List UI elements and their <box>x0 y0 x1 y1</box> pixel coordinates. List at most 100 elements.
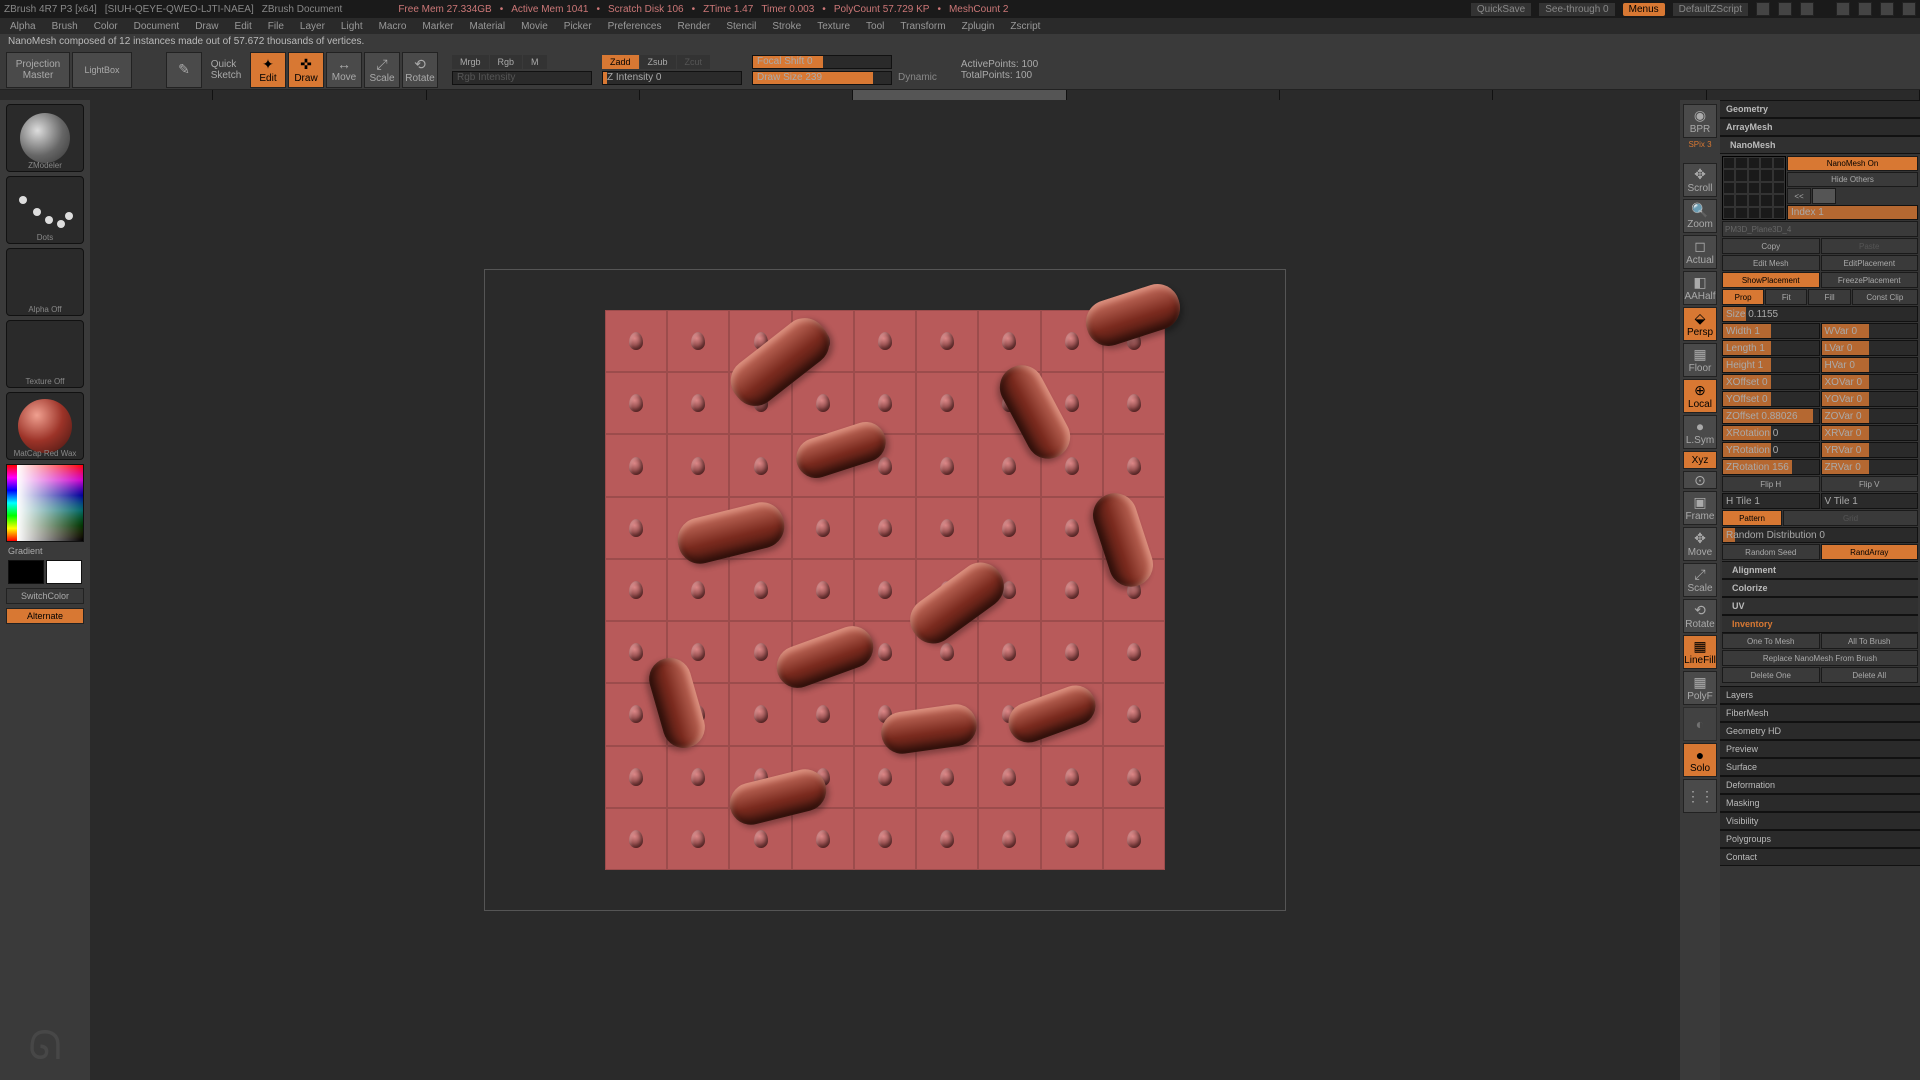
focal-shift-slider[interactable]: Focal Shift 0 <box>752 55 892 69</box>
yovar-slider[interactable]: YOVar 0 <box>1821 391 1919 407</box>
all-to-brush-button[interactable]: All To Brush <box>1821 633 1919 649</box>
size-slider[interactable]: Size 0.1155 <box>1722 306 1918 322</box>
swatch-primary[interactable] <box>46 560 82 584</box>
rotate-view-button[interactable]: ⟲Rotate <box>1683 599 1717 633</box>
app-close-icon[interactable] <box>1902 2 1916 16</box>
zrvar-slider[interactable]: ZRVar 0 <box>1821 459 1919 475</box>
zoom-button[interactable]: 🔍Zoom <box>1683 199 1717 233</box>
scale-mode-button[interactable]: ⤢Scale <box>364 52 400 88</box>
menu-color[interactable]: Color <box>88 21 124 32</box>
menu-render[interactable]: Render <box>672 21 717 32</box>
xoffset-slider[interactable]: XOffset 0 <box>1722 374 1820 390</box>
spix-slider[interactable]: SPix 3 <box>1688 140 1711 149</box>
sv-box[interactable] <box>17 465 83 541</box>
prev-index-button[interactable]: << <box>1787 188 1811 204</box>
quicksketch-button[interactable]: ✎ <box>166 52 202 88</box>
material-well[interactable]: MatCap Red Wax <box>6 392 84 460</box>
menu-material[interactable]: Material <box>464 21 512 32</box>
menu-movie[interactable]: Movie <box>515 21 554 32</box>
next-index-button[interactable] <box>1812 188 1836 204</box>
xrvar-slider[interactable]: XRVar 0 <box>1821 425 1919 441</box>
vtile-slider[interactable]: V Tile 1 <box>1821 493 1919 509</box>
alternate-button[interactable]: Alternate <box>6 608 84 624</box>
draw-mode-button[interactable]: ✜Draw <box>288 52 324 88</box>
fill-button[interactable]: Fill <box>1808 289 1850 305</box>
layers-header[interactable]: Layers <box>1720 686 1920 704</box>
z-intensity-slider[interactable]: Z Intensity 0 <box>602 71 742 85</box>
switchcolor-button[interactable]: SwitchColor <box>6 588 84 604</box>
grid-button[interactable]: Grid <box>1783 510 1918 526</box>
random-distribution-slider[interactable]: Random Distribution 0 <box>1722 527 1918 543</box>
lvar-slider[interactable]: LVar 0 <box>1821 340 1919 356</box>
alignment-header[interactable]: Alignment <box>1722 561 1918 579</box>
menu-layer[interactable]: Layer <box>294 21 331 32</box>
actual-button[interactable]: ◻Actual <box>1683 235 1717 269</box>
persp-button[interactable]: ⬙Persp <box>1683 307 1717 341</box>
lsym-button[interactable]: ⦁L.Sym <box>1683 415 1717 449</box>
floor-button[interactable]: ▦Floor <box>1683 343 1717 377</box>
scale-view-button[interactable]: ⤢Scale <box>1683 563 1717 597</box>
contact-header[interactable]: Contact <box>1720 848 1920 866</box>
local-button[interactable]: ⊕Local <box>1683 379 1717 413</box>
show-placement-button[interactable]: ShowPlacement <box>1722 272 1820 288</box>
bpr-button[interactable]: ◉BPR <box>1683 104 1717 138</box>
app-restore-icon[interactable] <box>1858 2 1872 16</box>
uv-header[interactable]: UV <box>1722 597 1918 615</box>
prop-button[interactable]: Prop <box>1722 289 1764 305</box>
index-slider[interactable]: Index 1 <box>1787 205 1918 220</box>
draw-size-slider[interactable]: Draw Size 239 <box>752 71 892 85</box>
hvar-slider[interactable]: HVar 0 <box>1821 357 1919 373</box>
texture-well[interactable]: Texture Off <box>6 320 84 388</box>
aahalf-button[interactable]: ◧AAHalf <box>1683 271 1717 305</box>
transp-button[interactable]: ◐ <box>1683 707 1717 741</box>
menus-button[interactable]: Menus <box>1623 3 1665 16</box>
geometryhd-header[interactable]: Geometry HD <box>1720 722 1920 740</box>
hue-bar[interactable] <box>7 465 17 541</box>
height-slider[interactable]: Height 1 <box>1722 357 1820 373</box>
menu-tool[interactable]: Tool <box>860 21 890 32</box>
length-slider[interactable]: Length 1 <box>1722 340 1820 356</box>
move-mode-button[interactable]: ↔Move <box>326 52 362 88</box>
delete-all-button[interactable]: Delete All <box>1821 667 1919 683</box>
lightbox-button[interactable]: LightBox <box>72 52 132 88</box>
swatch-secondary[interactable] <box>8 560 44 584</box>
rotate-mode-button[interactable]: ⟲Rotate <box>402 52 438 88</box>
zrotation-slider[interactable]: ZRotation 156 <box>1722 459 1820 475</box>
fit-button[interactable]: Fit <box>1765 289 1807 305</box>
yrotation-slider[interactable]: YRotation 0 <box>1722 442 1820 458</box>
color-picker[interactable] <box>6 464 84 542</box>
hide-others-button[interactable]: Hide Others <box>1787 172 1918 187</box>
freeze-placement-button[interactable]: FreezePlacement <box>1821 272 1919 288</box>
edit-placement-button[interactable]: EditPlacement <box>1821 255 1919 271</box>
masking-header[interactable]: Masking <box>1720 794 1920 812</box>
menu-picker[interactable]: Picker <box>558 21 598 32</box>
menu-edit[interactable]: Edit <box>229 21 258 32</box>
edit-mode-button[interactable]: ✦Edit <box>250 52 286 88</box>
visibility-header[interactable]: Visibility <box>1720 812 1920 830</box>
menu-marker[interactable]: Marker <box>416 21 459 32</box>
edit-mesh-button[interactable]: Edit Mesh <box>1722 255 1820 271</box>
zsub-button[interactable]: Zsub <box>640 55 676 69</box>
htile-slider[interactable]: H Tile 1 <box>1722 493 1820 509</box>
menu-brush[interactable]: Brush <box>46 21 84 32</box>
random-seed-button[interactable]: Random Seed <box>1722 544 1820 560</box>
copy-button[interactable]: Copy <box>1722 238 1820 254</box>
arraymesh-header[interactable]: ArrayMesh <box>1720 118 1920 136</box>
menu-stroke[interactable]: Stroke <box>766 21 807 32</box>
stroke-well[interactable]: Dots <box>6 176 84 244</box>
seethrough-slider[interactable]: See-through 0 <box>1539 3 1614 16</box>
yrvar-slider[interactable]: YRVar 0 <box>1821 442 1919 458</box>
nanomesh-on-button[interactable]: NanoMesh On <box>1787 156 1918 171</box>
fibermesh-header[interactable]: FiberMesh <box>1720 704 1920 722</box>
xyz-button[interactable]: Xyz <box>1683 451 1717 469</box>
window-min-icon[interactable] <box>1756 2 1770 16</box>
menu-document[interactable]: Document <box>128 21 186 32</box>
quicksave-button[interactable]: QuickSave <box>1471 3 1531 16</box>
shelf-bar[interactable] <box>0 90 1920 100</box>
menu-light[interactable]: Light <box>335 21 369 32</box>
zadd-button[interactable]: Zadd <box>602 55 639 69</box>
frame-button[interactable]: ▣Frame <box>1683 491 1717 525</box>
mrgb-button[interactable]: Mrgb <box>452 55 489 69</box>
preview-header[interactable]: Preview <box>1720 740 1920 758</box>
one-to-mesh-button[interactable]: One To Mesh <box>1722 633 1820 649</box>
